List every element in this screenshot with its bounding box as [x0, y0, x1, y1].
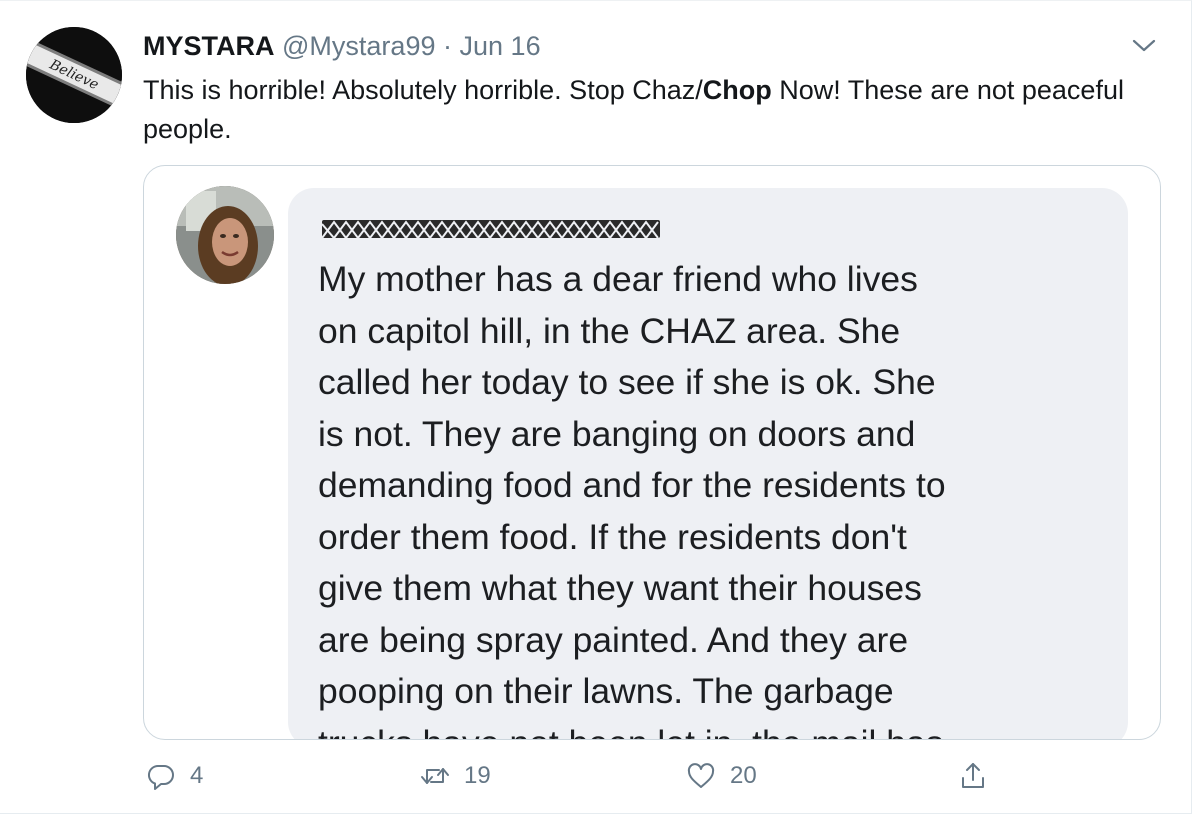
post-line: on capitol hill, in the CHAZ area. She: [318, 310, 901, 351]
post-text: My mother has a dear friend who lives on …: [318, 254, 1118, 740]
avatar-image: Believe: [26, 27, 122, 123]
author-handle[interactable]: @Mystara99: [282, 31, 435, 61]
author-name[interactable]: MYSTARA: [143, 31, 275, 61]
post-line: give them what they want their houses: [318, 568, 922, 608]
chevron-down-icon: [1132, 39, 1156, 52]
action-bar: 4 19 20: [0, 757, 1192, 801]
more-options-button[interactable]: [1130, 33, 1158, 57]
tweet-media[interactable]: My mother has a dear friend who lives on …: [143, 165, 1161, 740]
tweet-card[interactable]: Believe MYSTARA @Mystara99 · Jun 16 This…: [0, 0, 1192, 814]
redacted-name: [321, 220, 660, 240]
retweet-icon: [421, 768, 449, 784]
tweet-text-start: This is horrible! Absolutely horrible. S…: [143, 75, 703, 105]
tweet-text-bold: Chop: [702, 75, 772, 105]
post-line: is not. They are banging on doors and: [318, 413, 916, 454]
heart-icon: [687, 763, 715, 788]
retweet-button[interactable]: 19: [420, 761, 491, 791]
tweet-header: MYSTARA @Mystara99 · Jun 16: [143, 31, 541, 62]
post-line: are being spray painted. And they are: [318, 619, 909, 660]
reply-icon: [147, 764, 174, 790]
poster-photo: [176, 186, 274, 284]
separator-dot: ·: [443, 31, 452, 61]
post-line: called her today to see if she is ok. Sh…: [318, 362, 936, 402]
post-line: order them food. If the residents don't: [318, 516, 907, 557]
avatar[interactable]: Believe: [26, 27, 122, 123]
post-line: demanding food and for the residents to: [318, 465, 946, 505]
post-line: trucks have not been let in, the mail ha…: [318, 718, 1118, 740]
post-line: pooping on their lawns. The garbage: [318, 671, 894, 711]
like-count: 20: [730, 762, 757, 789]
tweet-text: This is horrible! Absolutely horrible. S…: [143, 71, 1153, 149]
share-icon: [962, 763, 984, 788]
share-button[interactable]: [958, 761, 988, 791]
poster-photo-image: [176, 186, 274, 284]
reply-button[interactable]: 4: [146, 761, 203, 791]
post-line: My mother has a dear friend who lives: [318, 259, 918, 299]
tweet-date[interactable]: Jun 16: [460, 31, 541, 61]
reply-count: 4: [190, 762, 204, 789]
like-button[interactable]: 20: [686, 761, 757, 791]
retweet-count: 19: [464, 762, 491, 789]
